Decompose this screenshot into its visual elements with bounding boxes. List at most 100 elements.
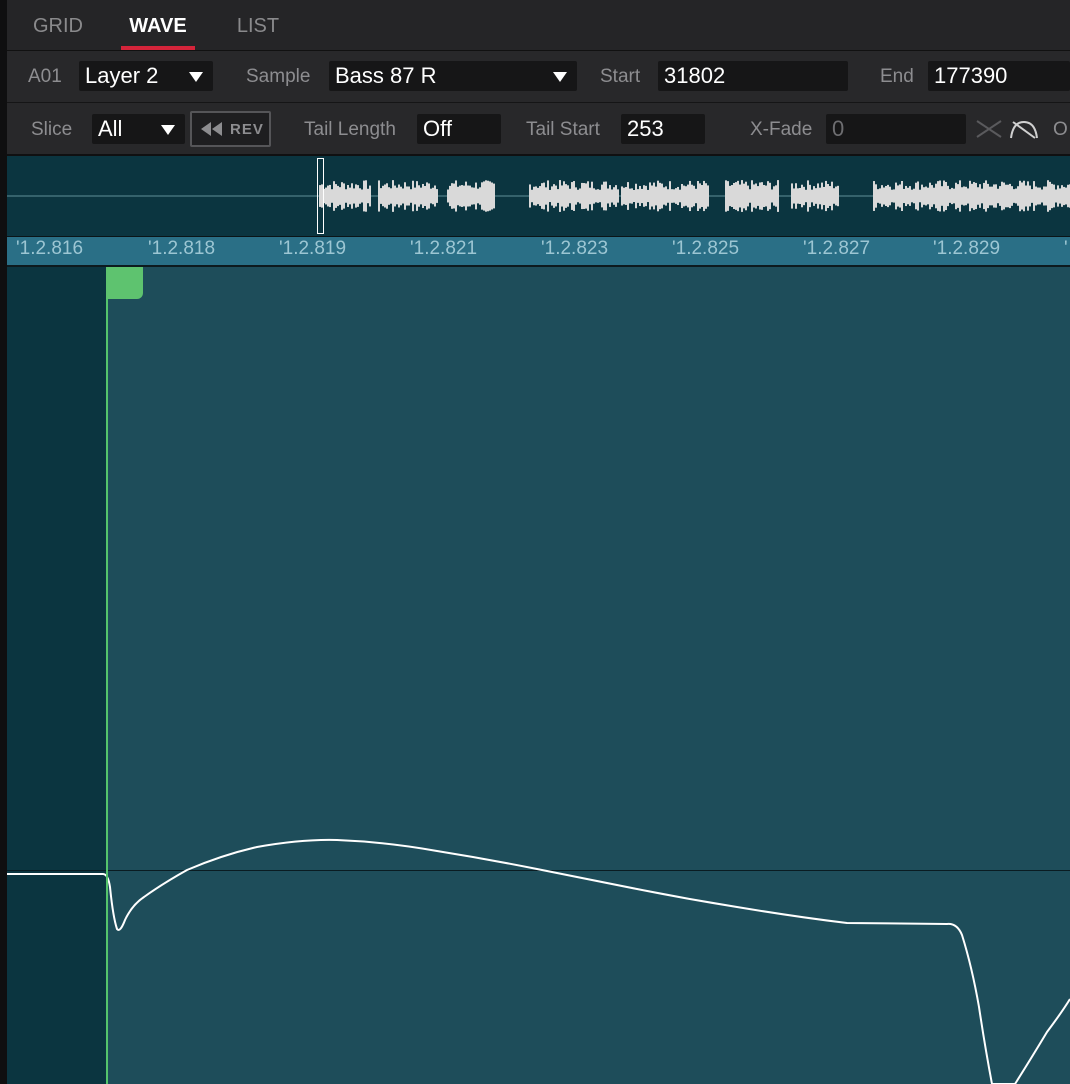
- start-marker-line[interactable]: [106, 267, 108, 1084]
- overview-wave-segment: [963, 186, 965, 206]
- overview-wave-segment: [741, 180, 743, 212]
- overview-wave-segment: [1021, 182, 1023, 210]
- view-tabs: GRID WAVE LIST: [7, 0, 1070, 51]
- overview-wave-segment: [897, 185, 899, 207]
- tab-list[interactable]: LIST: [233, 0, 283, 50]
- overview-wave-segment: [739, 184, 741, 208]
- overview-wave-segment: [595, 189, 597, 203]
- tail-length-field[interactable]: Off: [417, 114, 501, 144]
- overview-wave-segment: [649, 182, 651, 210]
- overview-wave-segment: [907, 187, 909, 205]
- overview-wave-segment: [557, 189, 559, 203]
- linear-crossfade-icon[interactable]: [975, 118, 1003, 140]
- overview-wave-segment: [829, 186, 831, 206]
- start-marker-handle[interactable]: [106, 267, 143, 299]
- overview-wave-segment: [1043, 186, 1045, 206]
- overview-wave-segment: [347, 185, 349, 207]
- overview-wave-segment: [617, 189, 619, 203]
- overview-wave-segment: [603, 181, 605, 211]
- overview-wave-segment: [685, 186, 687, 206]
- overview-wave-segment: [567, 185, 569, 207]
- tail-start-label: Tail Start: [526, 119, 600, 140]
- overview-wave-segment: [695, 188, 697, 204]
- overview-wave-segment: [827, 184, 829, 208]
- end-field[interactable]: 177390: [928, 61, 1070, 91]
- overview-wave-segment: [583, 183, 585, 209]
- overview-wave-segment: [969, 180, 971, 212]
- overview-wave-segment: [404, 182, 406, 210]
- sample-select[interactable]: Bass 87 R: [329, 61, 577, 91]
- overview-wave-segment: [420, 187, 422, 205]
- overview-wave-segment: [903, 188, 905, 204]
- overview-wave-segment: [769, 182, 771, 210]
- overview-waveform: [7, 180, 1070, 212]
- overview-wave-segment: [799, 187, 801, 205]
- tab-grid[interactable]: GRID: [31, 0, 85, 50]
- overview-wave-segment: [645, 185, 647, 207]
- overview-wave-segment: [807, 180, 809, 212]
- overview-wave-segment: [1053, 184, 1055, 208]
- overview-wave-segment: [887, 184, 889, 208]
- overview-wave-segment: [941, 186, 943, 206]
- overview-wave-segment: [384, 184, 386, 208]
- waveform-editor[interactable]: [7, 267, 1070, 1084]
- overview-wave-segment: [627, 182, 629, 210]
- main-waveform: [7, 838, 1070, 1084]
- ruler-tick: '1.2.827: [803, 238, 871, 259]
- overview-wave-segment: [491, 182, 493, 210]
- overview-wave-segment: [463, 185, 465, 207]
- reverse-button[interactable]: REV: [190, 111, 271, 147]
- overview-wave-segment: [911, 189, 913, 203]
- overview-wave-segment: [529, 184, 531, 208]
- start-field[interactable]: 31802: [658, 61, 848, 91]
- overview-wave-segment: [573, 181, 575, 211]
- waveform-overview[interactable]: [7, 156, 1070, 237]
- overview-wave-segment: [1007, 184, 1009, 208]
- chevron-down-icon: [189, 72, 203, 82]
- layer-select[interactable]: Layer 2: [79, 61, 213, 91]
- overview-wave-segment: [357, 185, 359, 207]
- overview-wave-segment: [414, 187, 416, 205]
- tab-wave[interactable]: WAVE: [121, 0, 195, 50]
- slice-select[interactable]: All: [92, 114, 185, 144]
- overview-wave-segment: [823, 186, 825, 206]
- overview-wave-segment: [791, 183, 793, 209]
- overview-wave-segment: [729, 185, 731, 207]
- xfade-field[interactable]: 0: [826, 114, 966, 144]
- overview-wave-segment: [477, 188, 479, 204]
- overview-wave-segment: [959, 180, 961, 212]
- overview-wave-segment: [467, 185, 469, 207]
- overview-wave-segment: [889, 186, 891, 206]
- overview-wave-segment: [971, 183, 973, 209]
- overview-wave-segment: [641, 188, 643, 204]
- overview-wave-segment: [669, 181, 671, 211]
- left-edge: [0, 0, 7, 1084]
- overview-wave-segment: [543, 182, 545, 210]
- overview-wave-segment: [929, 182, 931, 210]
- overview-wave-segment: [416, 181, 418, 211]
- overview-wave-segment: [339, 187, 341, 205]
- overview-wave-segment: [483, 181, 485, 211]
- overview-wave-segment: [635, 183, 637, 209]
- overview-wave-segment: [927, 187, 929, 205]
- overview-wave-segment: [1047, 180, 1049, 212]
- overview-wave-segment: [875, 184, 877, 208]
- overview-wave-segment: [977, 187, 979, 205]
- overview-viewport-marker[interactable]: [317, 158, 324, 234]
- overview-wave-segment: [939, 180, 941, 212]
- overview-wave-segment: [428, 183, 430, 209]
- tail-start-field[interactable]: 253: [621, 114, 705, 144]
- tail-length-label: Tail Length: [304, 119, 396, 140]
- curved-crossfade-icon[interactable]: [1009, 118, 1039, 140]
- overview-wave-segment: [1031, 189, 1033, 203]
- overview-wave-segment: [991, 186, 993, 206]
- ruler-tick: '1.2.825: [672, 238, 740, 259]
- overview-wave-segment: [965, 186, 967, 206]
- overview-wave-segment: [400, 186, 402, 206]
- overview-wave-segment: [485, 180, 487, 212]
- overview-wave-segment: [919, 189, 921, 203]
- overview-wave-segment: [803, 186, 805, 206]
- overview-wave-segment: [1033, 181, 1035, 211]
- overview-wave-segment: [947, 185, 949, 207]
- overview-wave-segment: [915, 182, 917, 210]
